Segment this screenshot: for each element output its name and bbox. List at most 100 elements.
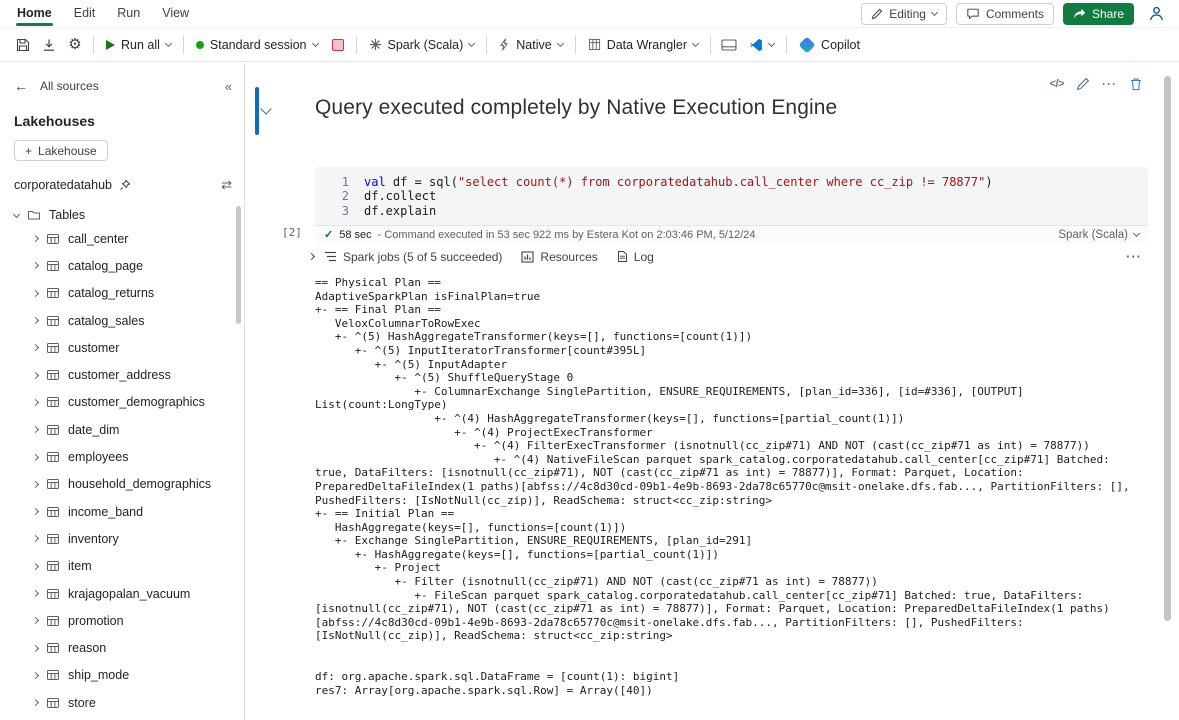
output-more-options-icon[interactable]: ··· [1126, 249, 1142, 264]
vscode-button[interactable] [742, 32, 781, 58]
table-item[interactable]: employees [0, 443, 244, 470]
table-name: ship_mode [68, 668, 130, 683]
output-toolbar: Spark jobs (5 of 5 succeeded) Resources … [307, 249, 1148, 264]
table-item[interactable]: inventory [0, 525, 244, 552]
execution-count: [2] [282, 226, 302, 239]
comment-icon [966, 7, 980, 20]
add-lakehouse-button[interactable]: + Lakehouse [14, 140, 108, 161]
table-item[interactable]: ship_mode [0, 662, 244, 689]
table-item[interactable]: store [0, 689, 244, 716]
table-item[interactable]: item [0, 553, 244, 580]
data-wrangler-label: Data Wrangler [606, 37, 688, 52]
table-item[interactable]: date_dim [0, 416, 244, 443]
table-item[interactable]: krajagopalan_vacuum [0, 580, 244, 607]
divider [93, 35, 94, 54]
line-number: 1 [341, 175, 349, 189]
execution-engine-selector[interactable]: Native [492, 32, 569, 58]
tab-run[interactable]: Run [106, 0, 151, 27]
markdown-cell-title[interactable]: Query executed completely by Native Exec… [315, 96, 837, 120]
table-icon [46, 259, 60, 273]
delete-cell-icon[interactable] [1129, 77, 1143, 91]
panel-layout-icon[interactable] [716, 32, 742, 58]
table-item[interactable]: customer_demographics [0, 389, 244, 416]
tables-tree-root[interactable]: Tables [0, 205, 244, 225]
tab-edit[interactable]: Edit [63, 0, 107, 27]
chevron-down-icon [311, 39, 319, 47]
switch-lakehouse-icon[interactable]: ⇄ [221, 177, 232, 193]
collapse-pane-icon[interactable]: « [225, 79, 232, 94]
chevron-down-icon [468, 39, 476, 47]
table-item[interactable]: call_center [0, 225, 244, 252]
save-icon[interactable] [10, 32, 36, 58]
sidebar-scrollbar[interactable] [236, 206, 241, 324]
table-icon [46, 368, 60, 382]
table-name: catalog_page [68, 258, 144, 273]
table-icon [46, 477, 60, 491]
object-explorer-sidebar: ← All sources « Lakehouses + Lakehouse c… [0, 63, 245, 720]
lightning-icon [499, 38, 510, 51]
run-all-button[interactable]: Run all [99, 32, 178, 58]
table-item[interactable]: household_demographics [0, 471, 244, 498]
spark-jobs-tab[interactable]: Spark jobs (5 of 5 succeeded) [324, 250, 502, 264]
settings-gear-icon[interactable]: ⚙ [62, 32, 88, 58]
editing-mode-button[interactable]: Editing [861, 2, 947, 25]
table-item[interactable]: catalog_returns [0, 280, 244, 307]
table-name: inventory [68, 531, 119, 546]
table-item[interactable]: catalog_sales [0, 307, 244, 334]
table-icon [46, 532, 60, 546]
cell-kernel-label[interactable]: Spark (Scala) [1058, 229, 1128, 241]
cell-output-text: == Physical Plan == AdaptiveSparkPlan is… [315, 276, 1130, 697]
chevron-right-icon [31, 398, 40, 406]
share-button[interactable]: Share [1062, 2, 1134, 25]
chevron-down-icon [556, 39, 564, 47]
code-line[interactable]: 2 df.collect [315, 189, 1136, 203]
account-person-icon[interactable] [1143, 1, 1169, 27]
code-line[interactable]: 3 df.explain [315, 204, 1136, 218]
table-name: reason [68, 641, 107, 656]
success-check-icon: ✓ [324, 229, 334, 242]
chevron-down-icon [692, 39, 700, 47]
table-name: call_center [68, 231, 129, 246]
cell-toolbar: </> ··· [1050, 77, 1143, 91]
back-arrow-icon[interactable]: ← [14, 78, 28, 94]
more-options-icon[interactable]: ··· [1102, 77, 1117, 91]
notebook-canvas: </> ··· Query executed completely by Nat… [246, 63, 1179, 720]
tables-label: Tables [49, 208, 86, 222]
code-cell[interactable]: 1 val df = sql("select count(*) from cor… [315, 167, 1148, 244]
chevron-right-icon [31, 426, 40, 434]
download-icon[interactable] [36, 32, 62, 58]
table-item[interactable]: catalog_page [0, 252, 244, 279]
vscode-icon [749, 38, 763, 52]
collapse-output-icon[interactable] [307, 252, 316, 261]
tab-home[interactable]: Home [6, 0, 63, 27]
data-wrangler-icon [588, 38, 601, 51]
tab-view[interactable]: View [151, 0, 200, 27]
data-wrangler-button[interactable]: Data Wrangler [581, 32, 705, 58]
table-item[interactable]: customer_address [0, 361, 244, 388]
table-item[interactable]: promotion [0, 607, 244, 634]
lakehouse-name[interactable]: corporatedatahub [14, 178, 112, 192]
resources-tab[interactable]: Resources [521, 250, 598, 264]
collapse-cell-icon[interactable] [260, 101, 272, 116]
pin-icon[interactable] [119, 179, 131, 191]
chevron-right-icon [31, 535, 40, 543]
code-line[interactable]: 1 val df = sql("select count(*) from cor… [315, 175, 1136, 189]
language-selector[interactable]: Spark (Scala) [362, 32, 482, 58]
session-status-button[interactable]: Standard session [189, 32, 325, 58]
comments-button[interactable]: Comments [955, 2, 1054, 25]
table-icon [46, 423, 60, 437]
add-lakehouse-label: Lakehouse [38, 143, 97, 158]
copilot-button[interactable]: Copilot [792, 32, 867, 58]
table-item[interactable]: reason [0, 634, 244, 661]
table-item[interactable]: income_band [0, 498, 244, 525]
view-code-icon[interactable]: </> [1050, 78, 1065, 90]
stop-session-icon[interactable] [325, 32, 351, 58]
all-sources-label: All sources [40, 79, 99, 93]
table-item[interactable]: customer [0, 334, 244, 361]
edit-cell-icon[interactable] [1076, 77, 1090, 91]
log-tab[interactable]: Log [617, 250, 654, 264]
table-icon [46, 505, 60, 519]
code-editor[interactable]: 1 val df = sql("select count(*) from cor… [315, 167, 1148, 225]
chevron-right-icon [31, 644, 40, 652]
main-scrollbar[interactable] [1164, 76, 1171, 621]
